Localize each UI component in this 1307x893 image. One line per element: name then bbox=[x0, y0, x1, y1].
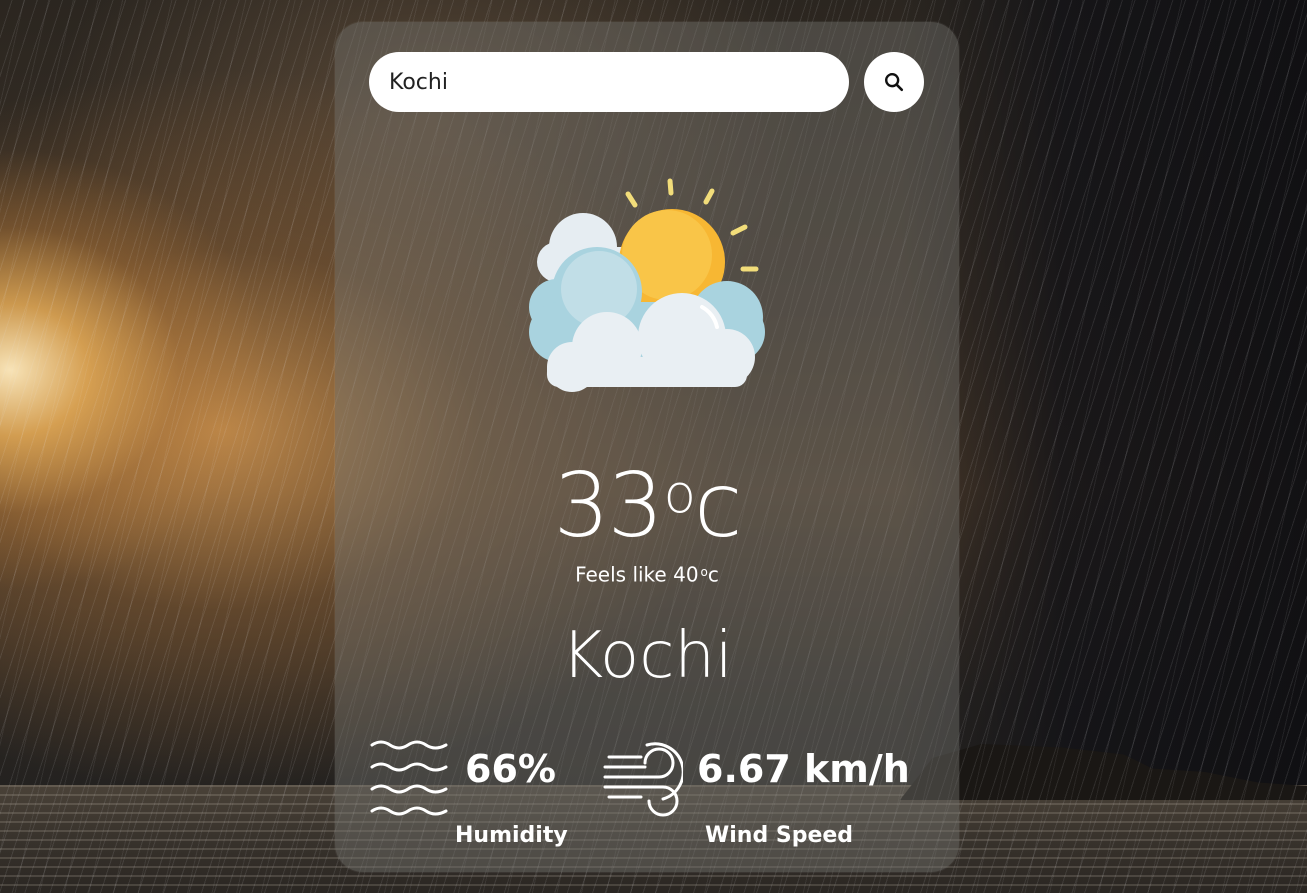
temperature-unit: c bbox=[693, 453, 742, 557]
feels-like-text: Feels like 40 bbox=[575, 562, 699, 587]
search-row bbox=[369, 52, 925, 112]
feels-like-unit: c bbox=[707, 562, 719, 587]
humidity-label: Humidity bbox=[455, 823, 568, 848]
feels-like-degree: o bbox=[700, 565, 708, 579]
temperature-degree: o bbox=[663, 464, 696, 525]
temperature: 33oc bbox=[335, 440, 959, 561]
weather-card: 33oc Feels like 40oc Kochi 66% Humidity bbox=[335, 22, 959, 872]
wind-detail: 6.67 km/h Wind Speed bbox=[601, 737, 931, 857]
search-input[interactable] bbox=[369, 52, 849, 112]
temperature-value: 33 bbox=[553, 453, 664, 557]
humidity-detail: 66% Humidity bbox=[369, 737, 589, 857]
feels-like: Feels like 40 oc bbox=[335, 552, 959, 594]
search-icon bbox=[885, 73, 904, 92]
waves-icon bbox=[370, 740, 448, 816]
humidity-value: 66% bbox=[465, 747, 556, 791]
sun-behind-clouds-icon bbox=[529, 178, 765, 392]
city-name: Kochi bbox=[561, 619, 733, 693]
weather-details: 66% Humidity 6.67 km/h Wind Speed bbox=[369, 737, 925, 857]
wind-value: 6.67 km/h bbox=[697, 747, 910, 791]
wind-label: Wind Speed bbox=[705, 823, 854, 848]
search-button[interactable] bbox=[864, 52, 924, 112]
wind-icon bbox=[603, 742, 683, 817]
